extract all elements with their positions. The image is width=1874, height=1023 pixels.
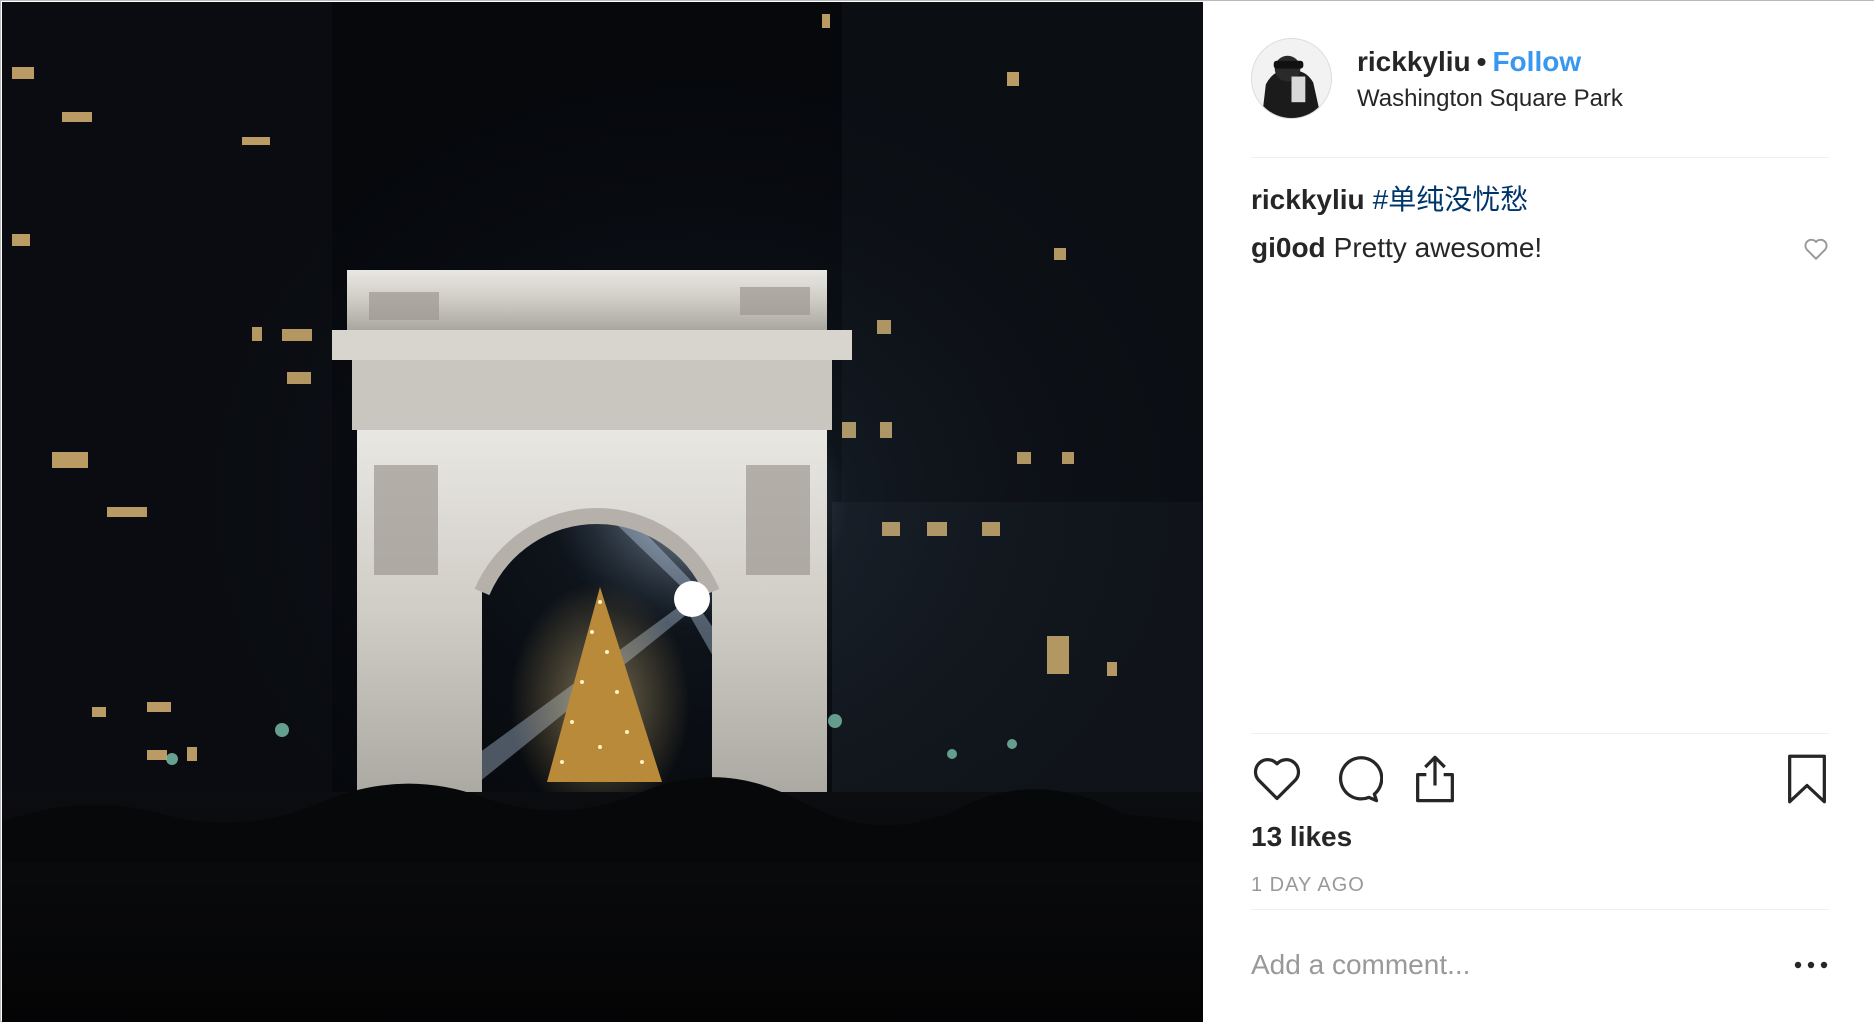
post-window: rickkyliu • Follow Washington Square Park … [0,0,1874,1023]
action-bar [1251,753,1829,807]
separator-dot: • [1476,46,1487,77]
post-photo[interactable] [2,2,1203,1022]
comment-button[interactable] [1331,753,1383,805]
likes-count[interactable]: 13 likes [1251,819,1352,855]
location-link[interactable]: Washington Square Park [1357,84,1623,114]
caption-author[interactable]: rickkyliu [1251,184,1365,215]
avatar-photo-icon [1252,39,1331,118]
share-upload-icon [1416,755,1454,803]
heart-icon [1253,758,1301,801]
save-button[interactable] [1785,753,1829,805]
comment-heart-icon[interactable] [1803,237,1829,261]
avatar[interactable] [1251,38,1332,119]
bookmark-icon [1788,754,1826,804]
washington-square-arch-photo [2,2,1203,1022]
post-header: rickkyliu • Follow Washington Square Park [1251,38,1829,120]
more-options-icon[interactable] [1793,955,1829,975]
list-item: gi0od Pretty awesome! [1251,229,1829,267]
caption-hashtag[interactable]: #单纯没忧愁 [1373,184,1529,215]
header-divider [1251,157,1829,158]
comments-list: rickkyliu #单纯没忧愁 gi0od Pretty awesome! [1251,181,1829,277]
actions-divider [1251,733,1829,734]
author-line: rickkyliu • Follow [1357,44,1581,80]
like-button[interactable] [1251,753,1303,805]
share-button[interactable] [1409,753,1461,805]
author-username[interactable]: rickkyliu [1357,46,1471,77]
post-side-panel: rickkyliu • Follow Washington Square Park … [1203,1,1874,1023]
post-timestamp[interactable]: 1 DAY AGO [1251,873,1365,897]
comment-divider [1251,909,1829,910]
comment-bubble-icon [1338,756,1383,803]
follow-button[interactable]: Follow [1492,46,1581,77]
add-comment-input[interactable] [1251,947,1751,983]
comment-author[interactable]: gi0od [1251,232,1326,263]
comment-text: Pretty awesome! [1333,232,1543,263]
caption: rickkyliu #单纯没忧愁 [1251,181,1829,219]
